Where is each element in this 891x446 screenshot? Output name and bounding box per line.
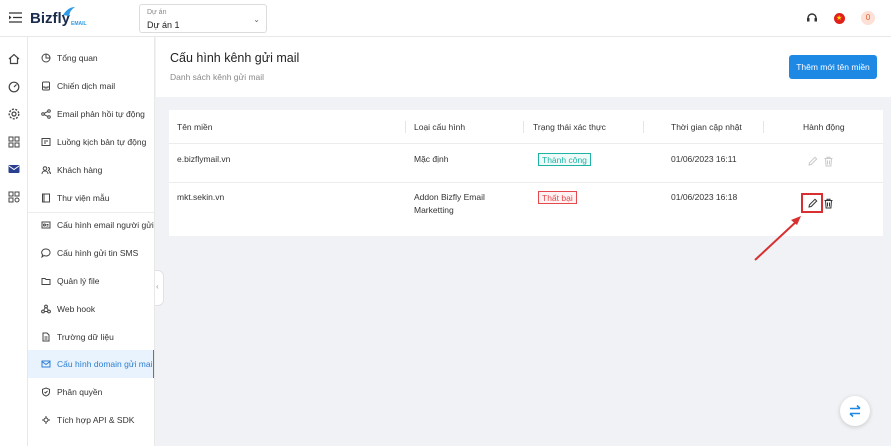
sidebar-item-file-manager[interactable]: Quản lý file (28, 267, 154, 295)
vietnam-flag-icon[interactable] (834, 13, 845, 24)
sidebar-item-label: Tích hợp API & SDK (57, 415, 135, 425)
sidebar-item-label: Thư viện mẫu (57, 193, 110, 203)
sidebar-item-template-library[interactable]: Thư viện mẫu (28, 184, 154, 212)
inbox-icon (42, 81, 50, 91)
sidebar-item-label: Email phản hồi tự động (57, 109, 145, 119)
sidebar-item-api-sdk[interactable]: Tích hợp API & SDK (28, 406, 154, 434)
sidebar-item-label: Luồng kịch bản tự động (57, 137, 147, 147)
sidebar-item-automation-flow[interactable]: Luồng kịch bản tự động (28, 128, 154, 156)
sidebar-item-label: Quản lý file (57, 276, 100, 286)
sidebar-item-label: Cấu hình domain gửi mail (57, 359, 155, 369)
status-badge: Thành công (538, 153, 591, 166)
shield-icon (42, 387, 50, 397)
share-icon (41, 109, 51, 119)
file-icon (42, 332, 50, 342)
mail-card-icon (41, 221, 51, 229)
bizfly-logo[interactable]: BizflyEMAIL (30, 7, 87, 27)
sidebar-item-webhook[interactable]: Web hook (28, 295, 154, 323)
column-separator (405, 121, 406, 133)
sidebar-item-label: Phân quyền (57, 387, 103, 397)
flow-icon (41, 138, 51, 146)
chat-icon (41, 248, 51, 258)
api-icon (42, 416, 50, 424)
sidebar-item-campaigns[interactable]: Chiến dịch mail (28, 72, 154, 100)
page-subtitle: Danh sách kênh gửi mail (170, 72, 265, 82)
sidebar-item-label: Trường dữ liệu (57, 332, 114, 342)
support-icon[interactable] (806, 12, 818, 24)
project-select[interactable]: Dự án Dự án 1 ⌄ (139, 4, 267, 33)
sidebar-item-overview[interactable]: Tổng quan (28, 44, 154, 72)
cell-updated: 01/06/2023 16:11 (671, 154, 737, 164)
column-header-actions: Hành động (803, 122, 845, 132)
sidebar-item-data-fields[interactable]: Trường dữ liệu (28, 323, 154, 351)
project-value: Dự án 1 (147, 20, 180, 30)
sidebar-item-label: Web hook (57, 304, 96, 314)
cell-updated: 01/06/2023 16:18 (671, 192, 738, 202)
sidebar-collapse-toggle[interactable]: ‹ (155, 270, 164, 306)
dashboard-icon[interactable] (8, 81, 20, 93)
annotation-arrow-icon (754, 216, 801, 261)
delete-icon[interactable] (823, 156, 834, 167)
pie-chart-icon (41, 53, 51, 63)
column-separator (643, 121, 644, 133)
swap-icon (849, 404, 861, 418)
cell-type: Mặc định (414, 154, 449, 164)
column-separator (763, 121, 764, 133)
page-header: Cấu hình kênh gửi mail Danh sách kênh gử… (156, 37, 891, 97)
users-icon (41, 166, 51, 175)
add-domain-button[interactable]: Thêm mới tên miền (789, 55, 877, 79)
webhook-icon (41, 304, 51, 314)
delete-icon[interactable] (823, 198, 834, 209)
integrations-icon[interactable] (8, 191, 20, 203)
email-app-icon[interactable] (8, 163, 20, 175)
row-divider (169, 182, 883, 183)
menu-toggle-icon[interactable] (9, 12, 22, 23)
notification-badge[interactable]: 0 (861, 11, 875, 25)
library-icon (42, 193, 50, 203)
sidebar-item-permissions[interactable]: Phân quyền (28, 378, 154, 406)
sidebar-item-label: Cấu hình email người gửi (57, 220, 154, 230)
sidebar: Tổng quan Chiến dịch mail Email phản hồi… (28, 37, 155, 446)
column-header-status: Trạng thái xác thực (533, 122, 606, 132)
row-divider (169, 143, 883, 144)
settings-icon[interactable] (8, 108, 20, 120)
sidebar-item-auto-reply[interactable]: Email phản hồi tự động (28, 100, 154, 128)
sidebar-item-sms-config[interactable]: Cấu hình gửi tin SMS (28, 239, 154, 267)
chevron-left-icon: ‹ (156, 282, 159, 291)
folder-icon (41, 278, 51, 285)
mail-icon (41, 360, 51, 368)
cell-domain: e.bizflymail.vn (177, 154, 231, 164)
sidebar-item-sender-email-config[interactable]: Cấu hình email người gửi (28, 211, 154, 239)
status-badge: Thất bại (538, 191, 577, 204)
project-label: Dự án (147, 9, 167, 16)
column-separator (523, 121, 524, 133)
swap-fab-button[interactable] (840, 396, 870, 426)
column-header-domain: Tên miền (177, 122, 213, 132)
chevron-down-icon: ⌄ (253, 15, 260, 24)
page-title: Cấu hình kênh gửi mail (170, 51, 300, 65)
home-icon[interactable] (8, 53, 20, 65)
column-header-updated: Thời gian cập nhật (671, 122, 742, 132)
sidebar-item-customers[interactable]: Khách hàng (28, 156, 154, 184)
app-icon-rail (0, 37, 28, 446)
cell-type: Addon Bizfly Email Marketting (414, 192, 485, 215)
sidebar-item-label: Cấu hình gửi tin SMS (57, 248, 139, 258)
sidebar-item-label: Khách hàng (57, 165, 103, 175)
top-bar: BizflyEMAIL Dự án Dự án 1 ⌄ 0 (0, 0, 891, 37)
logo-bird-icon (63, 7, 75, 16)
edit-icon[interactable] (807, 156, 818, 167)
sidebar-item-label: Tổng quan (57, 53, 98, 63)
apps-grid-icon[interactable] (8, 136, 20, 148)
sidebar-item-domain-config[interactable]: Cấu hình domain gửi mail (28, 350, 155, 378)
sidebar-item-label: Chiến dịch mail (57, 81, 116, 91)
column-header-type: Loại cấu hình (414, 122, 466, 132)
cell-domain: mkt.sekin.vn (177, 192, 225, 202)
